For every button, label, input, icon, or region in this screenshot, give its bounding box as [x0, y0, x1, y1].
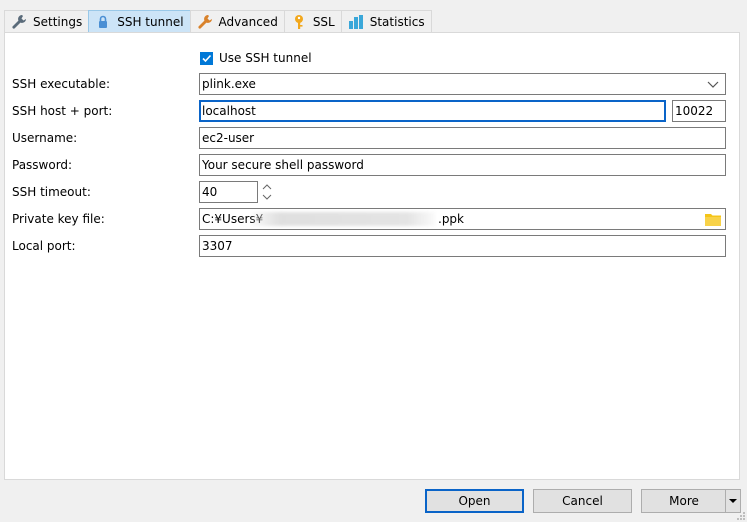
tab-bar: Settings SSH tunnel Advanced SSL Statist… [4, 10, 432, 32]
password-label: Password: [12, 158, 73, 172]
password-input[interactable]: Your secure shell password [199, 154, 726, 176]
open-button[interactable]: Open [425, 489, 524, 513]
cancel-button[interactable]: Cancel [533, 489, 632, 513]
tab-statistics[interactable]: Statistics [340, 10, 432, 32]
ssh-port-value: 10022 [675, 104, 714, 118]
username-label: Username: [12, 131, 78, 145]
spinner-down-icon[interactable] [262, 194, 272, 200]
spinner-up-icon[interactable] [262, 184, 272, 190]
use-ssh-checkbox[interactable] [200, 52, 213, 65]
folder-icon[interactable] [705, 212, 721, 226]
ssh-executable-value: plink.exe [202, 77, 256, 91]
ssh-port-input[interactable]: 10022 [672, 100, 726, 122]
tab-ssh-tunnel[interactable]: SSH tunnel [88, 10, 191, 32]
private-key-label: Private key file: [12, 212, 105, 226]
caret-down-icon [729, 499, 737, 503]
ssh-timeout-label: SSH timeout: [12, 185, 91, 199]
ssh-host-label: SSH host + port: [12, 104, 113, 118]
tab-ssl[interactable]: SSL [283, 10, 342, 32]
local-port-input[interactable]: 3307 [199, 235, 726, 257]
ssh-timeout-value: 40 [202, 185, 218, 199]
ssh-executable-select[interactable]: plink.exe [199, 73, 726, 95]
tab-settings[interactable]: Settings [4, 10, 90, 32]
redacted-path [252, 212, 435, 226]
lock-icon [99, 15, 108, 28]
password-value: Your secure shell password [202, 158, 364, 172]
ssh-timeout-input[interactable]: 40 [199, 181, 258, 203]
tab-label: Advanced [218, 14, 278, 29]
private-key-input[interactable]: C:¥Users¥ .ppk [199, 208, 726, 230]
resize-grip-icon[interactable] [736, 511, 746, 521]
ssh-host-input[interactable]: localhost [199, 100, 666, 122]
more-button[interactable]: More [641, 489, 741, 513]
checkmark-icon [202, 54, 212, 63]
local-port-label: Local port: [12, 239, 76, 253]
chevron-down-icon [707, 81, 719, 88]
private-key-suffix: .ppk [438, 212, 464, 226]
key-icon [294, 14, 303, 29]
ssh-host-value: localhost [202, 104, 256, 118]
tab-advanced[interactable]: Advanced [189, 10, 285, 32]
wrench-icon [12, 14, 26, 29]
username-value: ec2-user [202, 131, 255, 145]
wrench-orange-icon [197, 14, 212, 29]
bar-chart-icon [348, 14, 363, 29]
ssh-tunnel-panel: Use SSH tunnel SSH executable: plink.exe… [4, 32, 740, 480]
use-ssh-label[interactable]: Use SSH tunnel [219, 51, 312, 65]
more-dropdown-arrow[interactable] [725, 490, 740, 512]
local-port-value: 3307 [202, 239, 233, 253]
tab-label: Statistics [369, 14, 425, 29]
ssh-executable-label: SSH executable: [12, 77, 110, 91]
tab-label: SSH tunnel [117, 14, 184, 29]
tab-label: Settings [33, 14, 83, 29]
tab-label: SSL [312, 14, 335, 29]
timeout-spinner[interactable] [260, 181, 274, 203]
username-input[interactable]: ec2-user [199, 127, 726, 149]
more-label: More [669, 494, 699, 508]
